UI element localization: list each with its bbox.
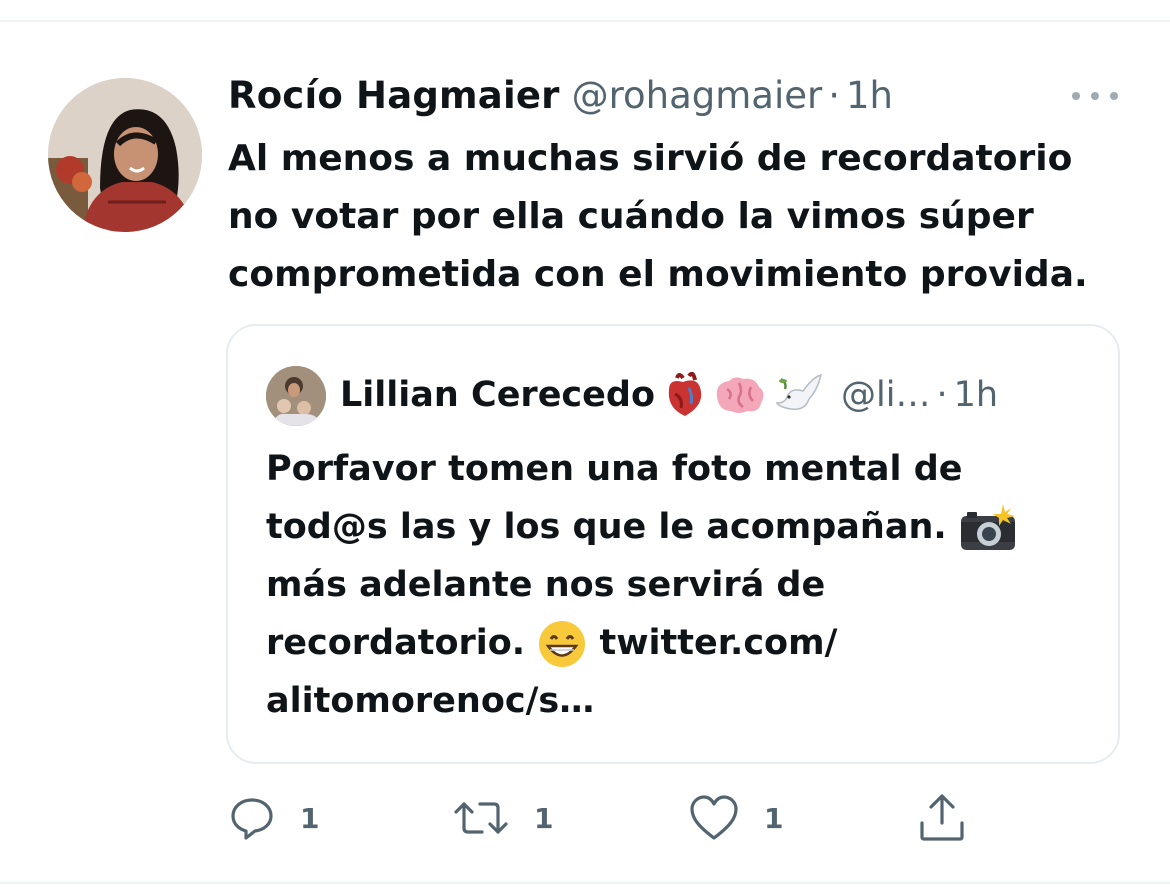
quote-line: Porfavor tomen una foto mental de [266,449,963,489]
more-dot [1072,92,1080,100]
tweet-text-line: no votar por ella cuándo la vimos súper [228,196,1034,237]
quoted-meta-separator: · [936,375,948,415]
author-name[interactable]: Rocío Hagmaier [228,74,560,117]
tweet-timestamp[interactable]: 1h [846,74,893,117]
quoted-tweet-card[interactable]: Lillian Cerecedo @li… · 1h Porfavor tome… [226,324,1120,764]
quote-line: tod@s las y los que le acompañan. [266,507,947,547]
tweet-text-line: comprometida con el movimiento provida. [228,254,1088,295]
dove-icon [775,373,823,411]
tweet-header: Rocío Hagmaier @rohagmaier · 1h [228,74,893,124]
reply-button[interactable]: 1 [228,790,319,846]
meta-separator: · [828,74,840,117]
quote-link[interactable]: twitter.com/ [599,623,837,663]
like-icon [690,795,738,840]
top-divider [0,20,1170,22]
quoted-author-handle[interactable]: @li… [841,375,930,415]
quote-line: más adelante nos servirá de [266,565,826,605]
more-dot [1091,92,1099,100]
quote-line: recordatorio. [266,623,526,663]
quoted-tweet-text: Porfavor tomen una foto mental de tod@s … [266,440,1086,730]
brain-icon [716,377,764,413]
quoted-author-avatar[interactable] [266,366,326,426]
camera-with-flash-icon [960,504,1015,550]
more-dot [1110,92,1118,100]
name-emojis [663,372,823,418]
grinning-face-icon [539,621,586,667]
tweet-text-line: Al menos a muchas sirvió de recordatorio [228,138,1073,179]
more-options-icon[interactable] [1072,86,1118,106]
retweet-icon [454,802,508,834]
anatomical-heart-icon [668,372,702,416]
reply-icon [231,798,273,840]
share-button[interactable] [916,790,968,846]
tweet-actions: 1 1 1 [228,790,988,846]
quoted-tweet-timestamp[interactable]: 1h [954,375,998,415]
tweet-text: Al menos a muchas sirvió de recordatorio… [228,130,1128,304]
retweet-count: 1 [534,801,554,835]
author-handle[interactable]: @rohagmaier [572,74,823,117]
quoted-tweet-header: Lillian Cerecedo @li… · 1h [340,370,998,420]
quote-link-continued[interactable]: alitomorenoc/s… [266,681,594,721]
quoted-author-name[interactable]: Lillian Cerecedo [340,375,655,415]
like-button[interactable]: 1 [688,790,783,846]
reply-count: 1 [300,801,320,835]
retweet-button[interactable]: 1 [452,790,553,846]
like-count: 1 [764,801,784,835]
bottom-divider [0,882,1170,884]
share-icon [920,794,964,841]
author-avatar[interactable] [48,78,202,232]
